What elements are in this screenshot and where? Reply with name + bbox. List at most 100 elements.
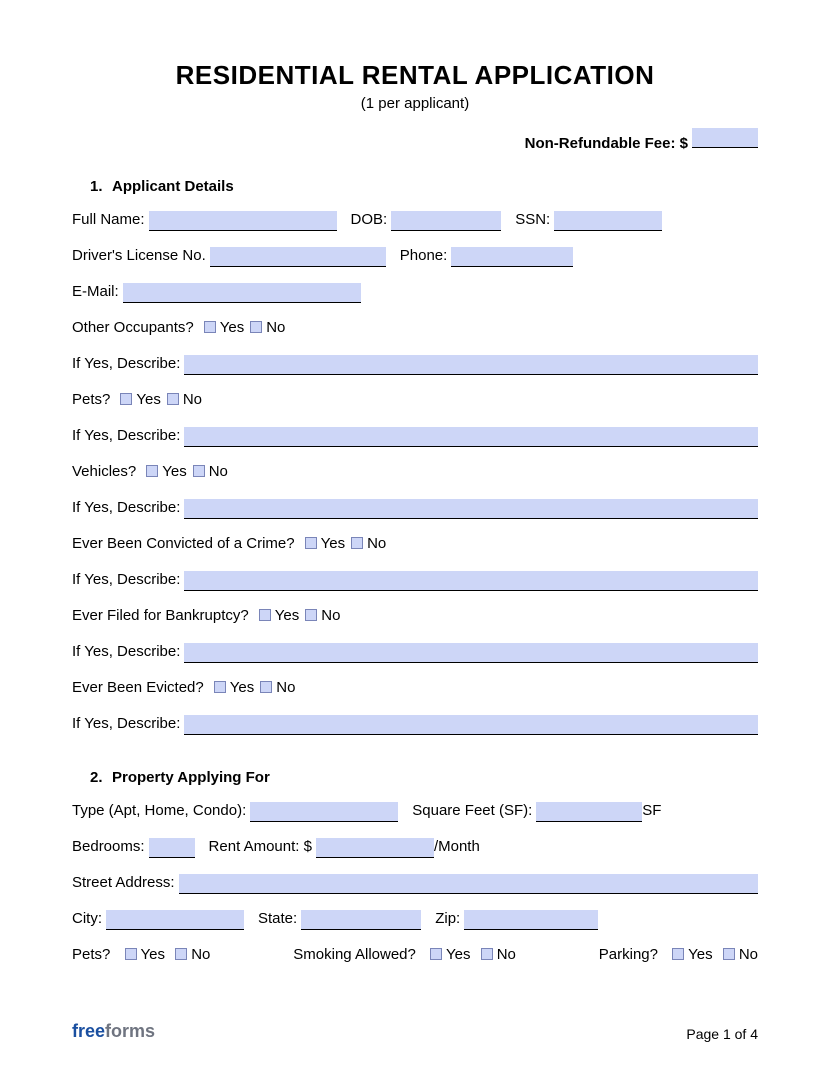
bankruptcy-label: Ever Filed for Bankruptcy?	[72, 605, 249, 627]
yes-label: Yes	[136, 391, 160, 408]
ssn-label: SSN:	[515, 209, 550, 231]
bankruptcy-no-checkbox[interactable]	[305, 609, 317, 621]
no-label: No	[367, 535, 386, 552]
pets2-label: Pets?	[72, 946, 110, 963]
zip-label: Zip:	[435, 908, 460, 930]
rent-input[interactable]	[316, 838, 434, 858]
yes-label: Yes	[141, 946, 165, 963]
rent-label: Rent Amount: $	[209, 836, 312, 858]
other-occupants-describe-label: If Yes, Describe:	[72, 353, 180, 375]
evicted-label: Ever Been Evicted?	[72, 677, 204, 699]
yes-label: Yes	[446, 946, 470, 963]
street-input[interactable]	[179, 874, 758, 894]
vehicles-describe-label: If Yes, Describe:	[72, 497, 180, 519]
section-1-num: 1.	[90, 178, 112, 195]
street-label: Street Address:	[72, 872, 175, 894]
sf-label: Square Feet (SF):	[412, 800, 532, 822]
zip-input[interactable]	[464, 910, 598, 930]
parking-no-checkbox[interactable]	[723, 948, 735, 960]
sf-suffix: SF	[642, 800, 661, 822]
vehicles-label: Vehicles?	[72, 461, 136, 483]
crime-no-checkbox[interactable]	[351, 537, 363, 549]
dob-input[interactable]	[391, 211, 501, 231]
crime-describe-label: If Yes, Describe:	[72, 569, 180, 591]
ssn-input[interactable]	[554, 211, 662, 231]
fee-input[interactable]	[692, 128, 758, 148]
smoking-yes-checkbox[interactable]	[430, 948, 442, 960]
other-occupants-label: Other Occupants?	[72, 317, 194, 339]
type-input[interactable]	[250, 802, 398, 822]
sf-input[interactable]	[536, 802, 642, 822]
phone-input[interactable]	[451, 247, 573, 267]
pets-describe-input[interactable]	[184, 427, 758, 447]
yes-label: Yes	[220, 319, 244, 336]
logo: freeforms	[72, 1021, 155, 1042]
yes-label: Yes	[275, 607, 299, 624]
page-number: Page 1 of 4	[686, 1026, 758, 1042]
full-name-label: Full Name:	[72, 209, 145, 231]
full-name-input[interactable]	[149, 211, 337, 231]
dl-input[interactable]	[210, 247, 386, 267]
parking-yes-checkbox[interactable]	[672, 948, 684, 960]
no-label: No	[183, 391, 202, 408]
pets2-no-checkbox[interactable]	[175, 948, 187, 960]
other-occupants-yes-checkbox[interactable]	[204, 321, 216, 333]
no-label: No	[266, 319, 285, 336]
state-label: State:	[258, 908, 297, 930]
section-1-header: 1.Applicant Details	[72, 178, 758, 195]
bedrooms-input[interactable]	[149, 838, 195, 858]
section-2-header: 2.Property Applying For	[72, 769, 758, 786]
bankruptcy-describe-input[interactable]	[184, 643, 758, 663]
crime-label: Ever Been Convicted of a Crime?	[72, 533, 295, 555]
yes-label: Yes	[162, 463, 186, 480]
form-title: RESIDENTIAL RENTAL APPLICATION	[72, 60, 758, 91]
pets-label: Pets?	[72, 389, 110, 411]
pets-describe-label: If Yes, Describe:	[72, 425, 180, 447]
logo-free: free	[72, 1021, 105, 1041]
no-label: No	[739, 946, 758, 963]
other-occupants-no-checkbox[interactable]	[250, 321, 262, 333]
state-input[interactable]	[301, 910, 421, 930]
section-1-title: Applicant Details	[112, 178, 234, 195]
pets-yes-checkbox[interactable]	[120, 393, 132, 405]
no-label: No	[276, 679, 295, 696]
vehicles-yes-checkbox[interactable]	[146, 465, 158, 477]
evicted-no-checkbox[interactable]	[260, 681, 272, 693]
email-input[interactable]	[123, 283, 361, 303]
vehicles-describe-input[interactable]	[184, 499, 758, 519]
no-label: No	[497, 946, 516, 963]
parking-label: Parking?	[599, 946, 658, 963]
no-label: No	[209, 463, 228, 480]
pets-no-checkbox[interactable]	[167, 393, 179, 405]
dob-label: DOB:	[351, 209, 388, 231]
crime-yes-checkbox[interactable]	[305, 537, 317, 549]
pets2-yes-checkbox[interactable]	[125, 948, 137, 960]
bankruptcy-describe-label: If Yes, Describe:	[72, 641, 180, 663]
other-occupants-describe-input[interactable]	[184, 355, 758, 375]
bedrooms-label: Bedrooms:	[72, 836, 145, 858]
yes-label: Yes	[688, 946, 712, 963]
evicted-describe-input[interactable]	[184, 715, 758, 735]
smoking-no-checkbox[interactable]	[481, 948, 493, 960]
per-month-label: /Month	[434, 836, 480, 858]
section-2-title: Property Applying For	[112, 769, 270, 786]
email-label: E-Mail:	[72, 281, 119, 303]
smoking-label: Smoking Allowed?	[293, 946, 416, 963]
city-input[interactable]	[106, 910, 244, 930]
evicted-yes-checkbox[interactable]	[214, 681, 226, 693]
yes-label: Yes	[230, 679, 254, 696]
evicted-describe-label: If Yes, Describe:	[72, 713, 180, 735]
bankruptcy-yes-checkbox[interactable]	[259, 609, 271, 621]
no-label: No	[191, 946, 210, 963]
vehicles-no-checkbox[interactable]	[193, 465, 205, 477]
form-subtitle: (1 per applicant)	[72, 95, 758, 112]
crime-describe-input[interactable]	[184, 571, 758, 591]
city-label: City:	[72, 908, 102, 930]
type-label: Type (Apt, Home, Condo):	[72, 800, 246, 822]
phone-label: Phone:	[400, 245, 448, 267]
fee-label: Non-Refundable Fee: $	[525, 135, 688, 152]
section-2-num: 2.	[90, 769, 112, 786]
logo-forms: forms	[105, 1021, 155, 1041]
yes-label: Yes	[321, 535, 345, 552]
dl-label: Driver's License No.	[72, 245, 206, 267]
